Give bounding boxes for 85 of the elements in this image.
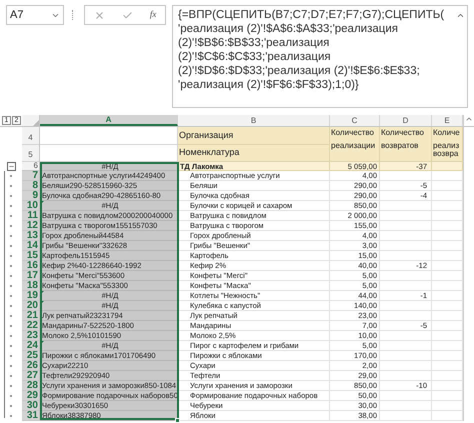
table-cell — [432, 321, 463, 331]
table-cell — [380, 231, 432, 241]
table-cell — [432, 261, 463, 271]
collapse-icon[interactable] — [456, 11, 465, 20]
row-header[interactable]: 9 — [22, 191, 40, 201]
table-cell — [380, 401, 432, 411]
column-header[interactable]: A — [40, 115, 178, 126]
row-header[interactable]: 30 — [22, 401, 40, 411]
row-header[interactable]: 25 — [22, 351, 40, 361]
table-cell — [432, 401, 463, 411]
table-cell — [380, 361, 432, 371]
table-cell — [432, 341, 463, 351]
table-cell — [380, 171, 432, 181]
row-header[interactable]: 13 — [22, 231, 40, 241]
table-cell — [432, 281, 463, 291]
table-cell — [432, 251, 463, 261]
row-header[interactable]: 11 — [22, 211, 40, 221]
table-cell — [380, 251, 432, 261]
table-cell — [432, 221, 463, 231]
scroll-up-icon[interactable] — [465, 115, 473, 123]
row-number[interactable]: 4 — [28, 132, 33, 144]
table-cell — [432, 311, 463, 321]
row-header[interactable]: 24 — [22, 341, 40, 351]
collapse-group-button[interactable] — [6, 162, 16, 171]
row-header[interactable]: 29 — [22, 391, 40, 401]
table-cell — [432, 201, 463, 211]
row-number[interactable]: 5 — [28, 149, 33, 161]
row-header[interactable]: 17 — [22, 271, 40, 281]
row-header[interactable]: 12 — [22, 221, 40, 231]
column-title: Количество возвратов — [380, 127, 432, 162]
minus-icon — [8, 163, 14, 170]
row-header[interactable]: 28 — [22, 381, 40, 391]
table-cell — [432, 231, 463, 241]
table-cell — [432, 191, 463, 201]
column-title: Количе реализ возвра — [432, 127, 463, 162]
fill-handle[interactable] — [175, 418, 180, 423]
table-cell — [432, 171, 463, 181]
table-cell — [432, 371, 463, 381]
table-cell — [432, 162, 463, 171]
row-header[interactable]: 27 — [22, 371, 40, 381]
row-header[interactable]: 19 — [22, 291, 40, 301]
row-header[interactable]: 10 — [22, 201, 40, 211]
header-cell-text: Номенклатура — [179, 146, 240, 159]
table-cell — [380, 281, 432, 291]
table-cell — [432, 301, 463, 311]
table-cell — [380, 201, 432, 211]
table-cell — [380, 341, 432, 351]
insert-function-button[interactable]: fx — [150, 8, 156, 22]
table-cell — [380, 221, 432, 231]
table-cell — [432, 211, 463, 221]
row-header[interactable]: 14 — [22, 241, 40, 251]
row-header[interactable]: 20 — [22, 301, 40, 311]
table-cell — [380, 371, 432, 381]
table-cell — [432, 361, 463, 371]
row-header[interactable]: 22 — [22, 321, 40, 331]
row-header[interactable]: 15 — [22, 251, 40, 261]
table-cell — [380, 301, 432, 311]
column-title: Количество реализации — [330, 127, 380, 162]
row-header[interactable]: 8 — [22, 181, 40, 191]
table-cell — [432, 271, 463, 281]
row-header[interactable]: 26 — [22, 361, 40, 371]
row-header[interactable]: 31 — [22, 411, 40, 421]
table-cell — [432, 331, 463, 341]
table-cell — [432, 391, 463, 401]
formula-field[interactable]: {=ВПР(СЦЕПИТЬ(B7;C7;D7;E7;F7;G7);СЦЕПИТЬ( 'реализация (2)'!$A$6:$A$33;'реализация (2)'!$B$6:$B$33;'реализация (2)'!$C$6:$C$33;'реализация (2)'!$D$6:$D$33;'реализация (2)'!$E$6:$E$33; 'реализация (2)'!$F$6:$F$33);1;0)} — [172, 5, 468, 108]
table-cell — [380, 311, 432, 321]
table-cell — [380, 391, 432, 401]
row-header[interactable]: 16 — [22, 261, 40, 271]
row-header[interactable]: 6 — [22, 162, 40, 171]
table-cell — [432, 241, 463, 251]
row-header[interactable]: 18 — [22, 281, 40, 291]
table-cell — [380, 211, 432, 221]
row-header[interactable]: 21 — [22, 311, 40, 321]
row-header[interactable]: 23 — [22, 331, 40, 341]
table-cell — [432, 291, 463, 301]
table-cell — [432, 181, 463, 191]
table-cell — [380, 271, 432, 281]
table-cell — [432, 351, 463, 361]
table-cell — [432, 381, 463, 391]
row-header[interactable]: 7 — [22, 171, 40, 181]
table-cell — [380, 241, 432, 251]
table-cell — [380, 351, 432, 361]
header-cell: Организация — [179, 128, 234, 142]
name-box[interactable]: A7 — [6, 5, 64, 25]
table-cell — [380, 331, 432, 341]
